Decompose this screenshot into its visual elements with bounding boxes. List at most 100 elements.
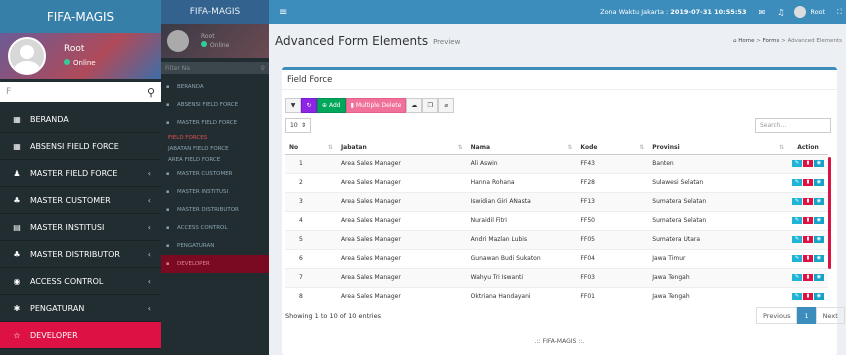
action-cell: ✎ ▮ ◉	[787, 153, 828, 173]
table-cell: Jawa Tengah	[648, 286, 788, 301]
sidebar-item-label: ACCESS CONTROL	[30, 276, 104, 286]
sort-icon[interactable]: ⇅	[328, 144, 333, 151]
delete-icon[interactable]: ▮	[802, 179, 813, 186]
sidebar-item-label: DEVELOPER	[30, 330, 78, 340]
delete-icon[interactable]: ▮	[802, 274, 813, 281]
column-header[interactable]: Nama ⇅	[466, 141, 577, 155]
edit-icon[interactable]: ✎	[791, 255, 802, 262]
user-name: Root	[64, 44, 85, 54]
sidebar-menu: ▦ BERANDA ▦ ABSENSI FIELD FORCE ♟ MASTER FIEL…	[0, 106, 161, 349]
sort-icon[interactable]: ⇅	[639, 144, 644, 151]
breadcrumb-forms[interactable]: Forms	[763, 38, 780, 44]
star-icon: ☆	[13, 330, 21, 340]
table-row[interactable]: 2 Area Sales Manager Hanna Rohana FF28 Sulaw…	[285, 172, 828, 192]
table-cell: FF01	[576, 286, 649, 301]
column-header[interactable]: Kode ⇅	[576, 141, 649, 155]
delete-icon[interactable]: ▮	[802, 198, 813, 205]
table-row[interactable]: 7 Area Sales Manager Wahyu Tri Iswanti FF03…	[285, 267, 828, 287]
view-icon[interactable]: ◉	[813, 274, 824, 281]
topbar-user[interactable]: Root	[810, 8, 825, 16]
add-button[interactable]: ⊕ Add	[317, 98, 346, 113]
menu-toggle-icon[interactable]: ≡	[279, 7, 287, 18]
bell-icon[interactable]: ♫	[777, 8, 784, 17]
sidebar-item-absensi-field-force[interactable]: ▦ ABSENSI FIELD FORCE	[0, 133, 161, 160]
table-cell: FF13	[576, 191, 649, 211]
column-header[interactable]: No ⇅	[285, 141, 337, 155]
multiple-delete-button[interactable]: ▮ Multiple Delete	[345, 98, 407, 113]
table-row[interactable]: 1 Area Sales Manager Ali Aswin FF43 Banten ✎ ▮…	[285, 153, 828, 173]
refresh-icon[interactable]: ↻	[301, 98, 317, 113]
breadcrumb-separator: >	[781, 38, 786, 44]
table-search-input[interactable]: Search...	[755, 118, 831, 133]
view-icon[interactable]: ◉	[813, 198, 824, 205]
sidebar-item-master-institusi[interactable]: ▤ MASTER INSTITUSI ‹	[0, 214, 161, 241]
page-1-button[interactable]: 1	[797, 307, 816, 324]
page-length-select[interactable]: 10 ⇕	[285, 118, 311, 133]
delete-icon[interactable]: ▮	[802, 160, 813, 167]
ghost-item-label: MASTER FIELD FORCE	[177, 120, 238, 126]
table-row[interactable]: 3 Area Sales Manager Iswidian Giri ANasta F…	[285, 191, 828, 211]
chevron-left-icon: ‹	[147, 222, 151, 232]
field-force-box: Field Force ▼ ↻ ⊕ Add ▮ Multiple Delete …	[282, 67, 845, 355]
breadcrumb-home[interactable]: Home	[738, 38, 754, 44]
edit-icon[interactable]: ✎	[791, 179, 802, 186]
view-icon[interactable]: ◉	[813, 160, 824, 167]
sidebar-search-input[interactable]: F ⚲	[0, 82, 161, 102]
edit-icon[interactable]: ✎	[791, 217, 802, 224]
scrollbar[interactable]	[828, 157, 831, 269]
edit-icon[interactable]: ✎	[791, 274, 802, 281]
table-cell: Sulawesi Selatan	[648, 172, 788, 192]
table-row[interactable]: 5 Area Sales Manager Andri Mazlan Lubis FF0…	[285, 229, 828, 249]
sort-icon[interactable]: ⇅	[567, 144, 572, 151]
sidebar-item-developer[interactable]: ☆ DEVELOPER	[0, 322, 161, 349]
sidebar-item-master-field-force[interactable]: ♟ MASTER FIELD FORCE ‹	[0, 160, 161, 187]
table-cell: FF50	[576, 210, 649, 230]
sort-icon[interactable]: ⇅	[779, 144, 784, 151]
edit-icon[interactable]: ✎	[791, 198, 802, 205]
view-icon[interactable]: ◉	[813, 217, 824, 224]
sidebar-item-pengaturan[interactable]: ✱ PENGATURAN ‹	[0, 295, 161, 322]
table-row[interactable]: 6 Area Sales Manager Gunawan Budi Sukaton F…	[285, 248, 828, 268]
view-icon[interactable]: ◉	[813, 236, 824, 243]
copy-icon[interactable]: ❐	[422, 98, 439, 113]
next-button[interactable]: Next	[815, 307, 845, 324]
column-header[interactable]: Provinsi ⇅	[648, 141, 788, 155]
user-panel: Root Online	[0, 33, 161, 79]
view-icon[interactable]: ◉	[813, 293, 824, 301]
column-header[interactable]: Action	[787, 141, 828, 155]
table-cell: 6	[285, 248, 337, 268]
envelope-icon[interactable]: ✉	[758, 8, 765, 17]
delete-icon[interactable]: ▮	[802, 255, 813, 262]
filter-icon[interactable]: ▼	[285, 98, 301, 113]
sidebar-item-master-customer[interactable]: ♣ MASTER CUSTOMER ‹	[0, 187, 161, 214]
previous-button[interactable]: Previous	[756, 307, 798, 324]
table-cell: FF43	[576, 153, 649, 173]
edit-icon[interactable]: ✎	[791, 293, 802, 301]
column-header[interactable]: Jabatan ⇅	[336, 141, 467, 155]
search-icon[interactable]: ⚲	[147, 86, 155, 99]
app-logo[interactable]: FIFA-MAGIS	[0, 0, 161, 33]
action-buttons: ✎ ▮ ◉	[791, 198, 824, 205]
sidebar-item-master-distributor[interactable]: ♣ MASTER DISTRIBUTOR ‹	[0, 241, 161, 268]
home-icon: ⌂	[732, 38, 737, 44]
table-row[interactable]: 4 Area Sales Manager Nuraidil Fitri FF50 Sum…	[285, 210, 828, 230]
cloud-icon[interactable]: ☁	[406, 98, 423, 113]
fullscreen-icon[interactable]: ⛶	[837, 8, 842, 17]
topbar-avatar[interactable]	[794, 6, 807, 18]
delete-icon[interactable]: ▮	[802, 217, 813, 224]
sidebar-item-access-control[interactable]: ◉ ACCESS CONTROL ‹	[0, 268, 161, 295]
view-icon[interactable]: ◉	[813, 255, 824, 262]
dashboard-icon: ▦	[13, 141, 21, 151]
delete-icon[interactable]: ▮	[802, 236, 813, 243]
table-cell: 8	[285, 286, 337, 301]
ghost-sidebar: Root Online Filter Na ⚲ ▪ BERANDA ▪ ABSENSI …	[161, 24, 269, 355]
paperclip-icon[interactable]: ⌀	[438, 98, 455, 113]
sidebar-item-beranda[interactable]: ▦ BERANDA	[0, 106, 161, 133]
view-icon[interactable]: ◉	[813, 179, 824, 186]
table-cell: Sumatera Selatan	[648, 210, 788, 230]
sort-icon[interactable]: ⇅	[458, 144, 463, 151]
edit-icon[interactable]: ✎	[791, 160, 802, 167]
table-row[interactable]: 8 Area Sales Manager Oktriana Handayani FF0…	[285, 286, 828, 301]
edit-icon[interactable]: ✎	[791, 236, 802, 243]
delete-icon[interactable]: ▮	[802, 293, 813, 301]
